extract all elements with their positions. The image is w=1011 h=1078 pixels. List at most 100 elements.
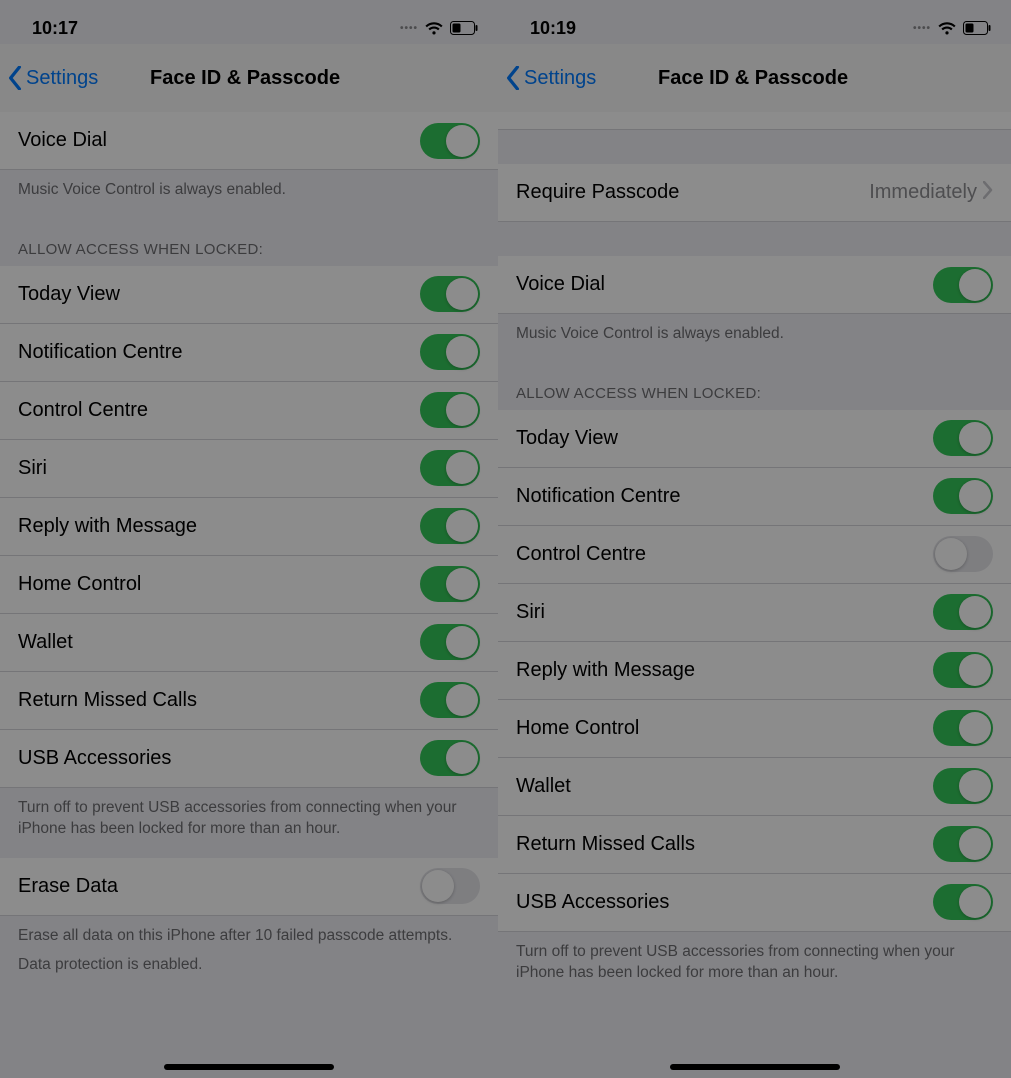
toggle-return-missed-calls[interactable] (420, 682, 480, 718)
label-usb-accessories: USB Accessories (516, 891, 669, 914)
section-allow-access: Allow Access When Locked: (498, 363, 1011, 410)
label-control-centre: Control Centre (18, 399, 148, 422)
page-title: Face ID & Passcode (150, 67, 340, 90)
group-spacer (498, 222, 1011, 256)
toggle-siri[interactable] (933, 594, 993, 630)
toggle-wallet[interactable] (420, 624, 480, 660)
footer-voice-dial: Music Voice Control is always enabled. (498, 314, 1011, 363)
label-today-view: Today View (18, 283, 120, 306)
status-time: 10:19 (530, 18, 576, 39)
row-reply-with-message: Reply with Message (0, 498, 498, 556)
back-label: Settings (524, 67, 596, 90)
toggle-notification-centre[interactable] (420, 334, 480, 370)
page-title: Face ID & Passcode (658, 67, 848, 90)
label-voice-dial: Voice Dial (516, 273, 605, 296)
label-notification-centre: Notification Centre (516, 485, 681, 508)
toggle-voice-dial[interactable] (420, 123, 480, 159)
battery-icon (963, 21, 991, 35)
toggle-return-missed-calls[interactable] (933, 826, 993, 862)
row-require-passcode[interactable]: Require Passcode Immediately (498, 164, 1011, 222)
row-control-centre: Control Centre (0, 382, 498, 440)
status-icons: •••• (913, 21, 991, 36)
toggle-notification-centre[interactable] (933, 478, 993, 514)
toggle-today-view[interactable] (420, 276, 480, 312)
toggle-wallet[interactable] (933, 768, 993, 804)
row-siri: Siri (0, 440, 498, 498)
label-require-passcode: Require Passcode (516, 181, 679, 204)
value-require-passcode: Immediately (869, 181, 977, 204)
status-bar: 10:19 •••• (498, 0, 1011, 44)
home-indicator[interactable] (164, 1064, 334, 1070)
label-siri: Siri (18, 457, 47, 480)
toggle-today-view[interactable] (933, 420, 993, 456)
back-button[interactable]: Settings (506, 66, 596, 90)
footer-erase-data: Erase all data on this iPhone after 10 f… (0, 916, 498, 951)
row-home-control: Home Control (0, 556, 498, 614)
back-label: Settings (26, 67, 98, 90)
wifi-icon (424, 21, 444, 36)
label-notification-centre: Notification Centre (18, 341, 183, 364)
label-voice-dial: Voice Dial (18, 129, 107, 152)
row-notification-centre: Notification Centre (0, 324, 498, 382)
phone-left: 10:17 •••• Settings Face ID & Passcode V… (0, 0, 498, 1078)
row-today-view: Today View (498, 410, 1011, 468)
row-usb-accessories: USB Accessories (0, 730, 498, 788)
partial-row-top (498, 112, 1011, 130)
label-reply-with-message: Reply with Message (516, 659, 695, 682)
status-bar: 10:17 •••• (0, 0, 498, 44)
toggle-home-control[interactable] (933, 710, 993, 746)
footer-usb: Turn off to prevent USB accessories from… (0, 788, 498, 858)
row-siri: Siri (498, 584, 1011, 642)
label-usb-accessories: USB Accessories (18, 747, 171, 770)
label-reply-with-message: Reply with Message (18, 515, 197, 538)
row-return-missed-calls: Return Missed Calls (0, 672, 498, 730)
row-erase-data: Erase Data (0, 858, 498, 916)
label-wallet: Wallet (18, 631, 73, 654)
row-voice-dial: Voice Dial (498, 256, 1011, 314)
cellular-dots-icon: •••• (400, 23, 418, 34)
toggle-erase-data[interactable] (420, 868, 480, 904)
label-return-missed-calls: Return Missed Calls (18, 689, 197, 712)
back-button[interactable]: Settings (8, 66, 98, 90)
label-return-missed-calls: Return Missed Calls (516, 833, 695, 856)
toggle-siri[interactable] (420, 450, 480, 486)
label-today-view: Today View (516, 427, 618, 450)
label-home-control: Home Control (516, 717, 639, 740)
group-spacer (498, 130, 1011, 164)
home-indicator[interactable] (670, 1064, 840, 1070)
nav-header: Settings Face ID & Passcode (0, 44, 498, 112)
toggle-usb-accessories[interactable] (420, 740, 480, 776)
row-reply-with-message: Reply with Message (498, 642, 1011, 700)
row-wallet: Wallet (0, 614, 498, 672)
row-wallet: Wallet (498, 758, 1011, 816)
toggle-usb-accessories[interactable] (933, 884, 993, 920)
row-usb-accessories: USB Accessories (498, 874, 1011, 932)
battery-icon (450, 21, 478, 35)
toggle-reply-with-message[interactable] (420, 508, 480, 544)
section-allow-access: Allow Access When Locked: (0, 219, 498, 266)
label-home-control: Home Control (18, 573, 141, 596)
footer-usb: Turn off to prevent USB accessories from… (498, 932, 1011, 1002)
label-siri: Siri (516, 601, 545, 624)
phone-right: 10:19 •••• Settings Face ID & Passcode R… (498, 0, 1011, 1078)
label-wallet: Wallet (516, 775, 571, 798)
row-voice-dial: Voice Dial (0, 112, 498, 170)
toggle-control-centre[interactable] (420, 392, 480, 428)
row-today-view: Today View (0, 266, 498, 324)
settings-list[interactable]: Voice Dial Music Voice Control is always… (0, 112, 498, 994)
wifi-icon (937, 21, 957, 36)
settings-list[interactable]: Require Passcode Immediately Voice Dial … (498, 112, 1011, 1002)
footer-data-protection: Data protection is enabled. (0, 951, 498, 994)
footer-voice-dial: Music Voice Control is always enabled. (0, 170, 498, 219)
toggle-voice-dial[interactable] (933, 267, 993, 303)
status-time: 10:17 (32, 18, 78, 39)
label-erase-data: Erase Data (18, 875, 118, 898)
toggle-reply-with-message[interactable] (933, 652, 993, 688)
toggle-home-control[interactable] (420, 566, 480, 602)
toggle-control-centre[interactable] (933, 536, 993, 572)
row-home-control: Home Control (498, 700, 1011, 758)
nav-header: Settings Face ID & Passcode (498, 44, 1011, 112)
chevron-right-icon (983, 181, 993, 205)
label-control-centre: Control Centre (516, 543, 646, 566)
row-control-centre: Control Centre (498, 526, 1011, 584)
